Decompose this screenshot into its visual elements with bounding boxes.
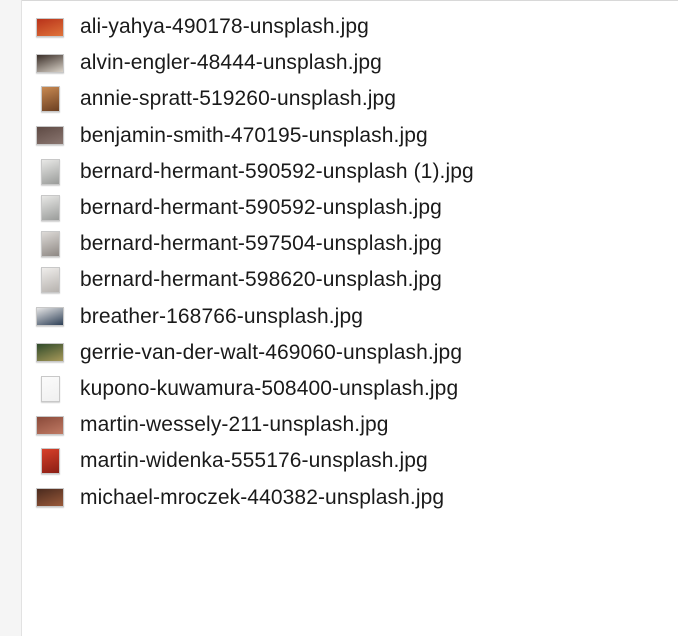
file-row[interactable]: bernard-hermant-598620-unsplash.jpg [22,262,678,298]
sidebar-edge [0,0,22,636]
image-thumbnail-icon [36,267,64,294]
file-row[interactable]: benjamin-smith-470195-unsplash.jpg [22,118,678,154]
file-name: martin-widenka-555176-unsplash.jpg [80,449,428,473]
file-row[interactable]: breather-168766-unsplash.jpg [22,299,678,335]
list-top-border [22,0,678,6]
image-thumbnail-icon [36,158,64,185]
file-name: alvin-engler-48444-unsplash.jpg [80,51,382,75]
image-thumbnail-icon [36,15,64,39]
image-thumbnail-icon [36,413,64,437]
image-thumbnail-icon [36,124,64,148]
file-row[interactable]: martin-widenka-555176-unsplash.jpg [22,443,678,479]
file-name: gerrie-van-der-walt-469060-unsplash.jpg [80,340,463,364]
file-name: bernard-hermant-597504-unsplash.jpg [80,232,442,256]
file-name: bernard-hermant-598620-unsplash.jpg [80,268,442,292]
finder-window: ali-yahya-490178-unsplash.jpg alvin-engl… [0,0,678,636]
file-row[interactable]: bernard-hermant-590592-unsplash (1).jpg [22,154,678,190]
file-row[interactable]: michael-mroczek-440382-unsplash.jpg [22,479,678,515]
file-row[interactable]: kupono-kuwamura-508400-unsplash.jpg [22,371,678,407]
file-row[interactable]: annie-spratt-519260-unsplash.jpg [22,81,678,117]
image-thumbnail-icon [36,448,64,475]
file-name: bernard-hermant-590592-unsplash.jpg [80,196,442,220]
file-name: kupono-kuwamura-508400-unsplash.jpg [80,376,459,400]
image-thumbnail-icon [36,305,64,329]
file-row[interactable]: martin-wessely-211-unsplash.jpg [22,407,678,443]
image-thumbnail-icon [36,375,64,402]
file-list: ali-yahya-490178-unsplash.jpg alvin-engl… [22,9,678,516]
file-name: breather-168766-unsplash.jpg [80,304,363,328]
file-name: ali-yahya-490178-unsplash.jpg [80,15,369,39]
file-name: bernard-hermant-590592-unsplash (1).jpg [80,159,474,183]
image-thumbnail-icon [36,86,64,113]
file-row[interactable]: bernard-hermant-590592-unsplash.jpg [22,190,678,226]
image-thumbnail-icon [36,231,64,258]
file-row[interactable]: gerrie-van-der-walt-469060-unsplash.jpg [22,335,678,371]
file-name: annie-spratt-519260-unsplash.jpg [80,87,397,111]
image-thumbnail-icon [36,341,64,365]
file-name: martin-wessely-211-unsplash.jpg [80,413,389,437]
file-row[interactable]: ali-yahya-490178-unsplash.jpg [22,9,678,45]
file-row[interactable]: alvin-engler-48444-unsplash.jpg [22,45,678,81]
image-thumbnail-icon [36,51,64,75]
file-name: michael-mroczek-440382-unsplash.jpg [80,485,445,509]
image-thumbnail-icon [36,195,64,222]
file-row[interactable]: bernard-hermant-597504-unsplash.jpg [22,226,678,262]
image-thumbnail-icon [36,486,64,510]
file-name: benjamin-smith-470195-unsplash.jpg [80,123,428,147]
